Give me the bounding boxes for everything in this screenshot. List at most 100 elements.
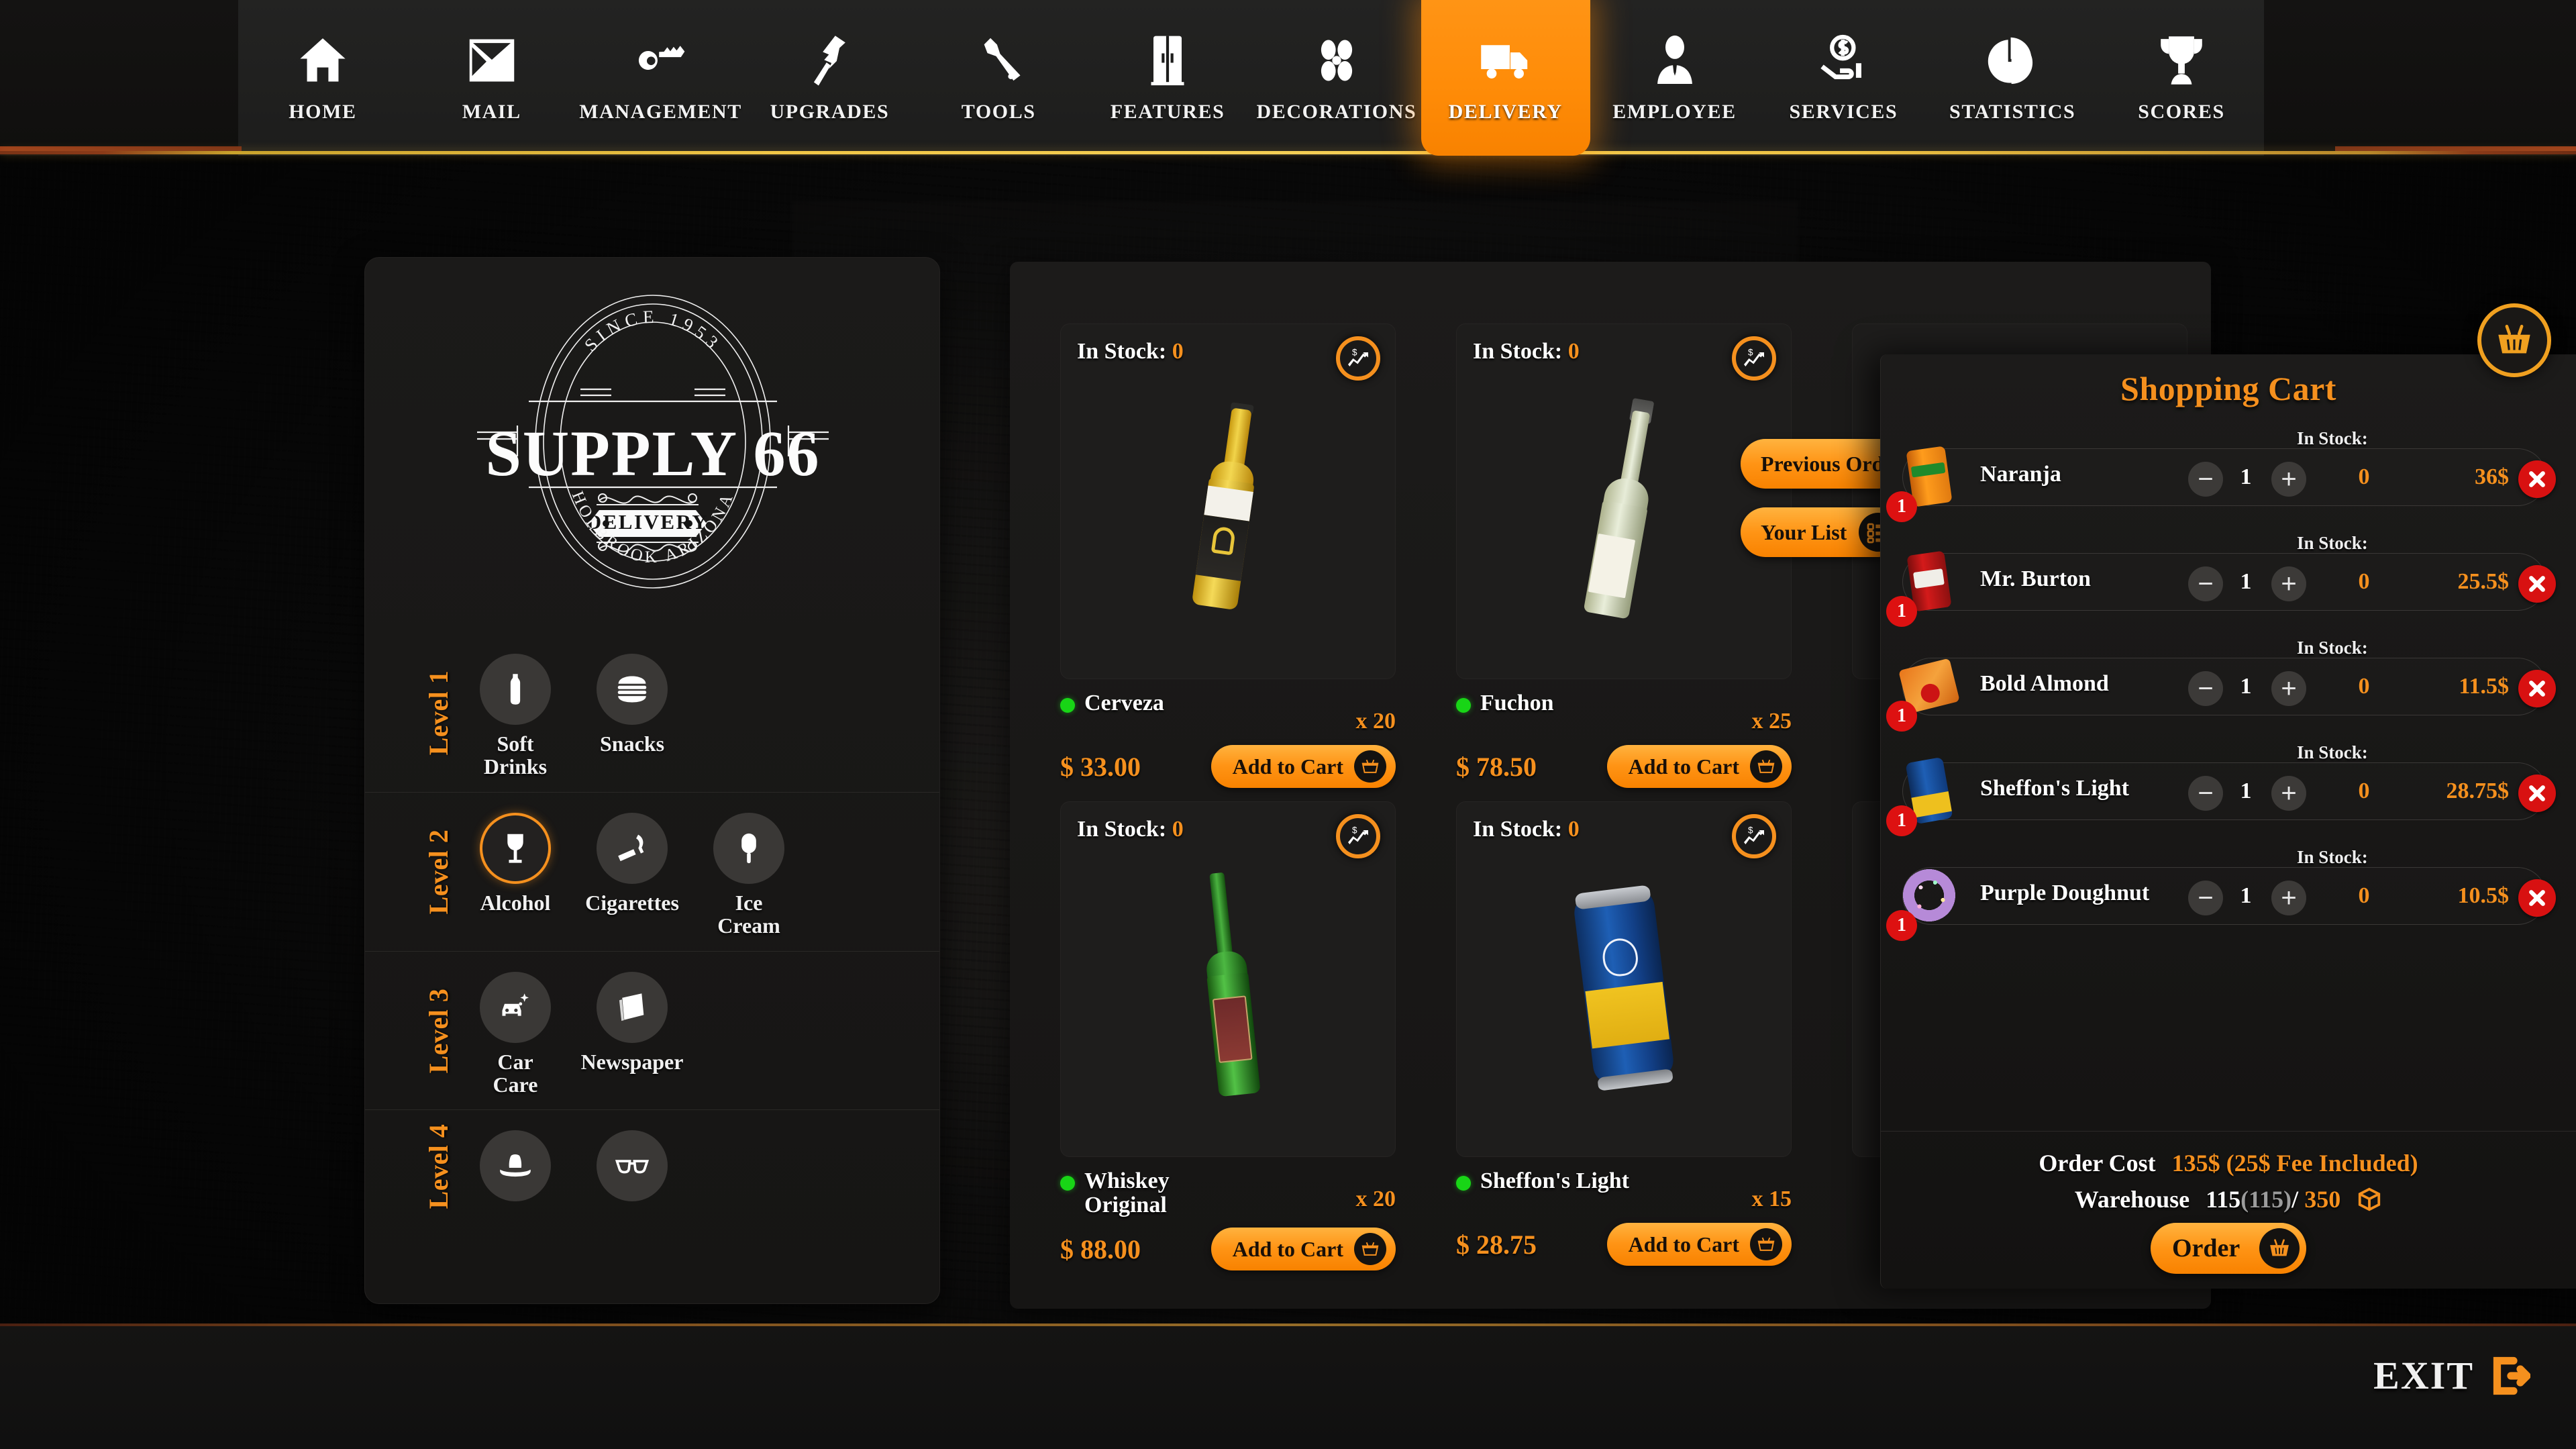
product-stock-line: In Stock: 0 — [1077, 817, 1184, 842]
add-to-cart-button[interactable]: Add to Cart — [1210, 1228, 1396, 1271]
burger-icon — [597, 654, 668, 725]
remove-item-button[interactable] — [2518, 565, 2556, 603]
decrease-quantity-button[interactable]: − — [2188, 776, 2223, 811]
category-soft-drinks[interactable]: Soft Drinks — [467, 654, 564, 779]
in-stock-label: In Stock: — [2297, 638, 2368, 658]
cart-items-list: In Stock: 1 Naranja − 1 + 0 36$ In Stock… — [1881, 424, 2576, 1131]
product-image-area: In Stock: 0 $ — [1456, 801, 1792, 1157]
add-to-cart-label: Add to Cart — [1628, 754, 1739, 779]
nav-item-mail[interactable]: MAIL — [407, 0, 576, 156]
increase-quantity-button[interactable]: + — [2271, 566, 2306, 601]
category-car-care[interactable]: Car Care — [467, 971, 564, 1097]
stock-label: In Stock: — [1077, 817, 1167, 842]
your-list-button[interactable]: Your List — [1741, 507, 1903, 557]
product-card[interactable]: In Stock: 0 $ Cerveza x 20 $ 33.00 Add t… — [1060, 323, 1396, 788]
decrease-quantity-button[interactable]: − — [2188, 671, 2223, 706]
level-label: Level 3 — [423, 988, 454, 1073]
svg-text:SINCE 1953: SINCE 1953 — [580, 307, 725, 356]
stock-label: In Stock: — [1473, 339, 1563, 364]
category-ice-cream[interactable]: Ice Cream — [701, 812, 797, 938]
exit-button[interactable]: EXIT — [2373, 1353, 2530, 1398]
in-stock-label: In Stock: — [2297, 533, 2368, 553]
warehouse-line: Warehouse 115(115)/ 350 — [1881, 1185, 2576, 1213]
nav-item-tools[interactable]: TOOLS — [914, 0, 1083, 156]
in-stock-label: In Stock: — [2297, 428, 2368, 448]
cart-item-stock: 0 — [2358, 674, 2370, 699]
add-to-cart-button[interactable]: Add to Cart — [1210, 745, 1396, 788]
category-level-4: Level 4 — [365, 1109, 939, 1223]
order-cost-line: Order Cost 135$ (25$ Fee Included) — [1881, 1149, 2576, 1177]
add-to-cart-button[interactable]: Add to Cart — [1606, 745, 1792, 788]
package-box-icon — [2357, 1187, 2382, 1212]
decrease-quantity-button[interactable]: − — [2188, 566, 2223, 601]
remove-item-button[interactable] — [2518, 775, 2556, 812]
cart-item-quantity: 1 — [2240, 779, 2252, 803]
nav-item-home[interactable]: HOME — [238, 0, 407, 156]
truck-icon — [1475, 30, 1537, 91]
order-button[interactable]: Order — [2151, 1223, 2306, 1274]
nav-item-scores[interactable]: SCORES — [2097, 0, 2266, 156]
cart-row: In Stock: 1 Naranja − 1 + 0 36$ — [1881, 424, 2576, 529]
category-cigarettes[interactable]: Cigarettes — [584, 812, 680, 938]
trophy-icon — [2151, 30, 2212, 91]
stock-label: In Stock: — [1473, 817, 1563, 842]
previous-order-button[interactable]: Previous Order — [1741, 439, 1946, 489]
nav-item-delivery[interactable]: DELIVERY — [1421, 0, 1590, 156]
category-hats[interactable] — [467, 1130, 564, 1209]
decrease-quantity-button[interactable]: − — [2188, 462, 2223, 497]
nav-item-services[interactable]: SERVICES — [1759, 0, 1928, 156]
category-snacks[interactable]: Snacks — [584, 654, 680, 779]
remove-item-button[interactable] — [2518, 460, 2556, 498]
add-to-cart-button[interactable]: Add to Cart — [1606, 1223, 1792, 1266]
category-scrollbar-track[interactable] — [919, 859, 930, 1303]
increase-quantity-button[interactable]: + — [2271, 671, 2306, 706]
close-icon — [2529, 681, 2545, 697]
increase-quantity-button[interactable]: + — [2271, 881, 2306, 915]
price-trend-button[interactable]: $ — [1732, 814, 1776, 858]
nav-left-filler — [0, 0, 240, 156]
cart-item-badge: 1 — [1886, 701, 1917, 732]
nav-label: EMPLOYEE — [1612, 101, 1737, 123]
logout-icon — [2493, 1356, 2530, 1395]
price-trend-button[interactable]: $ — [1336, 336, 1380, 381]
availability-dot — [1060, 1176, 1075, 1191]
nav-item-employee[interactable]: EMPLOYEE — [1590, 0, 1759, 156]
category-newspaper[interactable]: Newspaper — [581, 971, 683, 1097]
nav-items: HOME MAIL MANAGEMENT UPGRADES TOOLS FEAT… — [238, 0, 2266, 156]
nav-item-features[interactable]: FEATURES — [1083, 0, 1252, 156]
price-trend-button[interactable]: $ — [1732, 336, 1776, 381]
stock-value: 0 — [1172, 817, 1184, 842]
cigarette-icon — [597, 812, 668, 884]
category-glasses[interactable] — [584, 1130, 680, 1209]
product-name: Sheffon's Light — [1480, 1168, 1629, 1193]
popsicle-icon — [713, 812, 784, 884]
category-level-3: Level 3 Car Care Newspaper — [365, 950, 939, 1110]
nav-item-statistics[interactable]: STATISTICS — [1928, 0, 2097, 156]
remove-item-button[interactable] — [2518, 879, 2556, 917]
remove-item-button[interactable] — [2518, 670, 2556, 707]
decrease-quantity-button[interactable]: − — [2188, 881, 2223, 915]
product-buy-row: $ 28.75 Add to Cart — [1456, 1223, 1792, 1266]
nav-item-upgrades[interactable]: UPGRADES — [745, 0, 914, 156]
nav-item-management[interactable]: MANAGEMENT — [576, 0, 745, 156]
cart-item-stock: 0 — [2358, 464, 2370, 489]
cart-toggle-button[interactable] — [2477, 303, 2551, 377]
exit-label: EXIT — [2373, 1354, 2474, 1397]
increase-quantity-button[interactable]: + — [2271, 776, 2306, 811]
product-meta: Sheffon's Light x 15 — [1456, 1169, 1792, 1212]
product-artwork — [1200, 872, 1261, 1101]
cart-item-name: Bold Almond — [1980, 671, 2109, 696]
product-card[interactable]: In Stock: 0 $ Sheffon's Light x 15 $ 28.… — [1456, 801, 1792, 1266]
increase-quantity-button[interactable]: + — [2271, 462, 2306, 497]
price-trend-icon: $ — [1744, 348, 1764, 366]
category-label: Soft Drinks — [483, 732, 548, 779]
cart-item-quantity: 1 — [2240, 569, 2252, 594]
cart-item-price: 25.5$ — [2457, 569, 2510, 594]
category-alcohol[interactable]: Alcohol — [467, 812, 564, 938]
category-label: Newspaper — [580, 1049, 684, 1074]
price-trend-button[interactable]: $ — [1336, 814, 1380, 858]
product-card[interactable]: In Stock: 0 $ Whiskey Original x 20 $ 88.… — [1060, 801, 1396, 1271]
nav-label: SERVICES — [1789, 101, 1898, 123]
cart-title: Shopping Cart — [2120, 370, 2336, 407]
nav-item-decorations[interactable]: DECORATIONS — [1252, 0, 1421, 156]
